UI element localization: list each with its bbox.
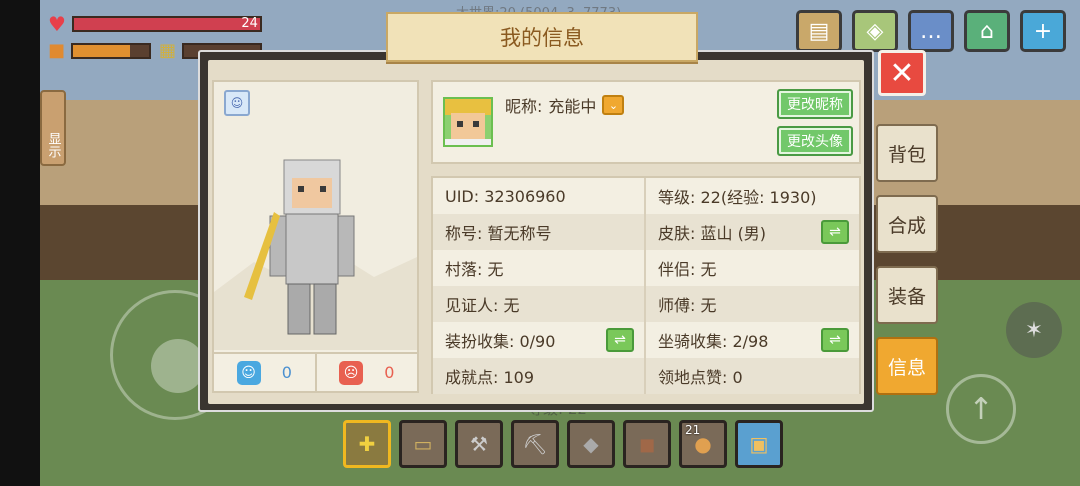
hotbar-slot[interactable]: ◆ [567, 420, 615, 468]
screen-edge [0, 0, 40, 486]
health-value: 24 [241, 16, 258, 31]
up-arrow-icon: ↑ [968, 391, 994, 427]
item-count: 21 [685, 423, 701, 437]
book-button[interactable]: ▤ [796, 10, 842, 52]
frown-icon: ☹ [339, 360, 364, 385]
dialog-title: 我的信息 [500, 26, 584, 50]
swap-icon: ⇌ [829, 332, 841, 348]
chevron-down-icon: ⌄ [608, 98, 619, 112]
chat-button[interactable]: … [908, 10, 954, 52]
hotbar-slot[interactable]: ▭ [399, 420, 447, 468]
profile-avatar[interactable] [443, 97, 493, 147]
nickname-label: 昵称: [505, 97, 543, 116]
swap-icon: ⇌ [829, 224, 841, 240]
nickname-row: 昵称: 充能中 ⌄ [505, 93, 625, 117]
display-toggle-label: 显示 [45, 132, 61, 158]
shop-button[interactable]: ⌂ [964, 10, 1010, 52]
popularity-stats: ☺ 0 ☹ 0 [214, 352, 417, 391]
joystick-knob [151, 339, 205, 393]
rename-button[interactable]: 更改昵称 [777, 89, 853, 119]
avatar-image [445, 99, 491, 145]
add-button[interactable]: + [1020, 10, 1066, 52]
witness-cell: 见证人: 无 [433, 286, 646, 322]
tab-craft[interactable]: 合成 [876, 195, 938, 253]
leather-icon: ◼ [638, 432, 656, 456]
hunger-bar-track [71, 42, 152, 59]
map-icon: ◈ [866, 18, 884, 44]
avatar-panel: ☺ ☺ 0 ☹ 0 [212, 80, 419, 393]
backpack-icon: ▣ [749, 432, 769, 456]
village-cell: 村落: 无 [433, 250, 646, 286]
map-button[interactable]: ◈ [852, 10, 898, 52]
heart-icon: ♥ [48, 12, 66, 36]
swap-icon: ⇌ [614, 332, 626, 348]
territory-likes-cell: 领地点赞: 0 [646, 358, 859, 394]
hotbar-slot[interactable]: 21 ● [679, 420, 727, 468]
tab-equip[interactable]: 装备 [876, 266, 938, 324]
partner-cell: 伴侣: 无 [658, 260, 717, 279]
hotbar: ✚ ▭ ⚒ ⛏ ◆ ◼ 21 ● ▣ [343, 420, 783, 468]
chat-icon: … [920, 18, 942, 44]
hotbar-slot[interactable]: ⚒ [455, 420, 503, 468]
character-preview[interactable]: ☺ [214, 82, 417, 350]
tab-backpack[interactable]: 背包 [876, 124, 938, 182]
close-icon: ✕ [889, 55, 915, 91]
book-icon: ▤ [808, 18, 830, 44]
plus-icon: + [1033, 18, 1053, 44]
claw-icon: ✶ [1024, 317, 1044, 343]
shop-icon: ⌂ [980, 18, 994, 44]
nickname-dropdown-button[interactable]: ⌄ [602, 95, 625, 115]
like-stat[interactable]: ☺ 0 [214, 354, 315, 391]
scroll-icon: ▭ [413, 432, 433, 456]
outfit-cell: 装扮收集: 0/90 ⇌ [433, 322, 646, 358]
info-grid: UID: 32306960 等级: 22(经验: 1930) 称号: 暂无称号 … [431, 176, 861, 394]
hunger-icon: ■ [48, 40, 66, 61]
hotbar-slot[interactable]: ✚ [343, 420, 391, 468]
master-cell: 师傅: 无 [646, 286, 859, 322]
close-button[interactable]: ✕ [878, 50, 926, 96]
health-bar-track: 24 [71, 16, 262, 32]
axe-icon: ⚒ [470, 432, 488, 456]
title-cell: 称号: 暂无称号 [433, 214, 646, 250]
achievement-cell: 成就点: 109 [433, 358, 646, 394]
smile-icon: ☺ [236, 360, 261, 385]
hotbar-slot[interactable]: ⛏ [511, 420, 559, 468]
health-bar: ♥ 24 [48, 12, 262, 36]
jump-button[interactable]: ↑ [946, 374, 1016, 444]
outfit-text: 装扮收集: 0/90 [445, 332, 556, 351]
character-model [214, 159, 417, 350]
attack-button[interactable]: ✶ [1006, 302, 1062, 358]
tab-info[interactable]: 信息 [876, 337, 938, 395]
mount-cell: 坐骑收集: 2/98 ⇌ [646, 322, 859, 358]
hotbar-slot[interactable]: ◼ [623, 420, 671, 468]
backpack-button[interactable]: ▣ [735, 420, 783, 468]
profile-card: 昵称: 充能中 ⌄ 更改昵称 更改头像 [431, 80, 861, 164]
skin-text: 皮肤: 蓝山 (男) [658, 224, 767, 243]
display-toggle[interactable]: 显示 [40, 90, 66, 166]
nickname-value: 充能中 [548, 97, 597, 116]
hunger-bar-fill [73, 44, 131, 57]
flint-icon: ◆ [583, 432, 599, 456]
outfit-swap-button[interactable]: ⇌ [606, 328, 634, 352]
like-count: 0 [281, 363, 292, 382]
mount-text: 坐骑收集: 2/98 [658, 332, 769, 351]
skin-cell: 皮肤: 蓝山 (男) ⇌ [646, 214, 859, 250]
dislike-stat[interactable]: ☹ 0 [314, 354, 418, 391]
dislike-count: 0 [384, 363, 395, 382]
mount-swap-button[interactable]: ⇌ [821, 328, 849, 352]
health-bar-fill [73, 18, 260, 30]
dialog-title-bar: 我的信息 [386, 12, 698, 62]
xp-icon: ▦ [159, 40, 177, 61]
change-avatar-button[interactable]: 更改头像 [777, 126, 853, 156]
level-cell: 等级: 22(经验: 1930) [658, 188, 817, 207]
skin-swap-button[interactable]: ⇌ [821, 220, 849, 244]
pickaxe-icon: ⛏ [522, 432, 548, 456]
uid-cell: UID: 32306960 [433, 178, 646, 214]
kite-icon: ✚ [358, 432, 376, 456]
